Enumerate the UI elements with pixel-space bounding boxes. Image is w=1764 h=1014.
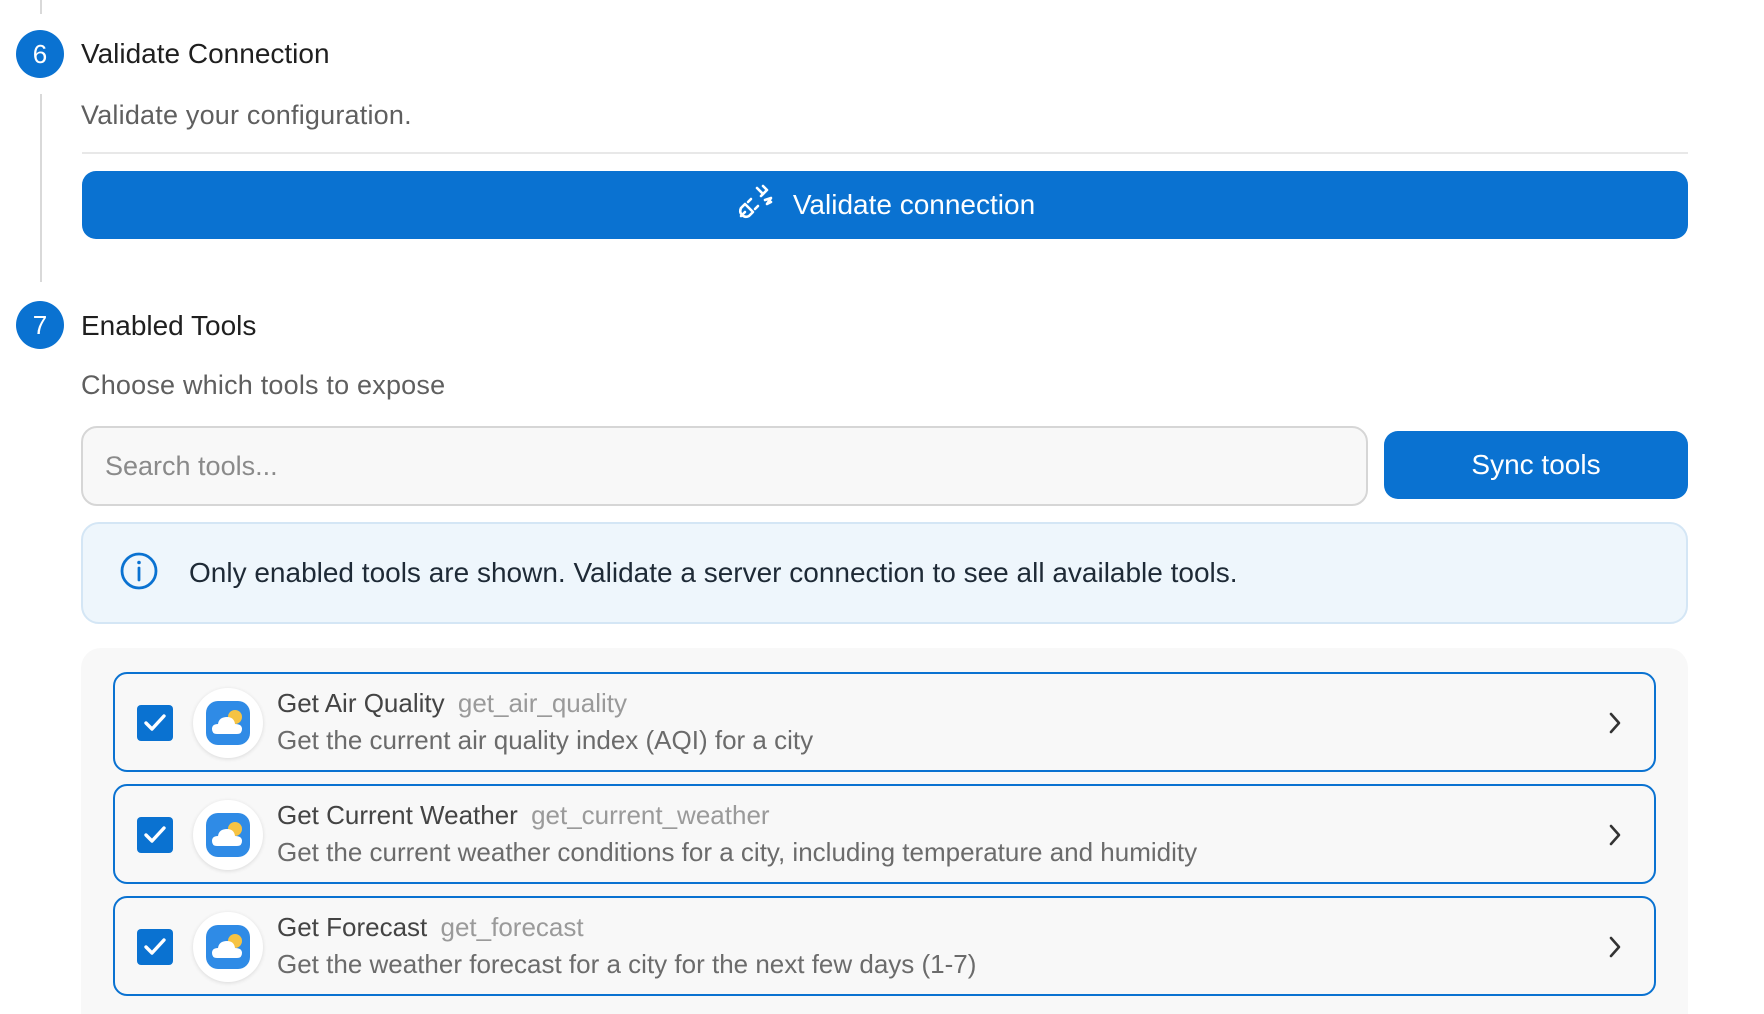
tool-slug: get_current_weather [531, 800, 770, 830]
step-number-6: 6 [16, 30, 64, 78]
chevron-right-icon [1609, 936, 1621, 958]
step-number-7: 7 [16, 301, 64, 349]
sync-tools-button[interactable]: Sync tools [1384, 431, 1688, 499]
chevron-right-icon [1609, 712, 1621, 734]
tool-title: Get Current Weather get_current_weather [277, 800, 770, 831]
tool-description: Get the weather forecast for a city for … [277, 949, 977, 979]
step-subtitle-validate: Validate your configuration. [81, 100, 412, 130]
tool-checkbox[interactable] [137, 817, 173, 853]
tool-row-get-air-quality[interactable]: Get Air Quality get_air_quality Get the … [113, 672, 1656, 772]
tool-slug: get_air_quality [457, 688, 627, 718]
weather-icon [193, 800, 263, 870]
step-connector-top [40, 0, 42, 14]
tool-title: Get Air Quality get_air_quality [277, 688, 627, 719]
validate-connection-button[interactable]: Validate connection [82, 171, 1688, 239]
step-title-validate-connection: Validate Connection [81, 38, 330, 69]
info-banner: Only enabled tools are shown. Validate a… [81, 522, 1688, 624]
tool-description: Get the current weather conditions for a… [277, 837, 1198, 867]
tool-checkbox[interactable] [137, 705, 173, 741]
tool-description: Get the current air quality index (AQI) … [277, 725, 814, 755]
weather-icon [193, 688, 263, 758]
tool-name: Get Air Quality [277, 688, 445, 718]
tool-row-get-forecast[interactable]: Get Forecast get_forecast Get the weathe… [113, 896, 1656, 996]
tool-name: Get Current Weather [277, 800, 518, 830]
step-title-enabled-tools: Enabled Tools [81, 310, 257, 341]
plug-icon [735, 182, 775, 229]
info-banner-text: Only enabled tools are shown. Validate a… [189, 557, 1238, 588]
tool-slug: get_forecast [440, 912, 584, 942]
tool-name: Get Forecast [277, 912, 428, 942]
section-divider [82, 152, 1688, 154]
info-icon [119, 551, 159, 596]
tool-row-get-current-weather[interactable]: Get Current Weather get_current_weather … [113, 784, 1656, 884]
step-connector-6-7 [40, 94, 42, 282]
tool-checkbox[interactable] [137, 929, 173, 965]
chevron-right-icon [1609, 824, 1621, 846]
search-tools-input[interactable] [81, 426, 1368, 506]
weather-icon [193, 912, 263, 982]
tool-title: Get Forecast get_forecast [277, 912, 584, 943]
validate-connection-label: Validate connection [792, 189, 1036, 220]
step-subtitle-tools: Choose which tools to expose [81, 370, 446, 400]
wizard-steps: 6 Validate Connection Validate your conf… [0, 0, 1764, 1014]
